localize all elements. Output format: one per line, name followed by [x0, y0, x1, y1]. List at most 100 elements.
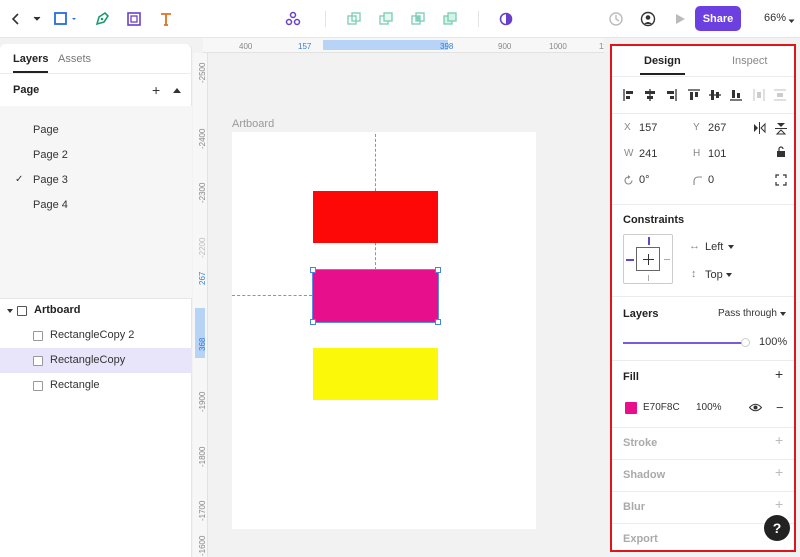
- constraint-left-pin[interactable]: [626, 259, 634, 261]
- layer-row-rectangle[interactable]: Rectangle: [0, 373, 192, 398]
- add-stroke-plus-icon[interactable]: +: [775, 432, 783, 448]
- layers-title: Layers: [623, 308, 659, 320]
- rotation-input[interactable]: 0°: [639, 174, 650, 186]
- layer-row-artboard[interactable]: Artboard: [0, 298, 192, 323]
- corner-radius-input[interactable]: 0: [708, 174, 714, 186]
- height-input[interactable]: 101: [708, 148, 726, 160]
- layer-row-rectanglecopy-2[interactable]: RectangleCopy 2: [0, 323, 192, 348]
- add-blur-plus-icon[interactable]: +: [775, 496, 783, 512]
- history-icon[interactable]: [606, 8, 626, 30]
- zoom-chevron-down-icon[interactable]: [788, 15, 795, 27]
- tab-inspect[interactable]: Inspect: [732, 55, 767, 67]
- boolean-union-icon[interactable]: [344, 8, 364, 30]
- artboard-title[interactable]: Artboard: [232, 118, 274, 130]
- flip-horizontal-icon[interactable]: [753, 122, 766, 134]
- w-label: W: [624, 148, 634, 159]
- constraint-widget[interactable]: [623, 234, 673, 284]
- boolean-intersect-icon[interactable]: [408, 8, 428, 30]
- resize-handle-bottom-left[interactable]: [310, 319, 316, 325]
- distribute-horizontal-icon[interactable]: [752, 88, 766, 102]
- menu-chevron-down-icon[interactable]: [30, 8, 44, 30]
- x-position-input[interactable]: 157: [639, 122, 657, 134]
- tab-assets[interactable]: Assets: [58, 53, 91, 65]
- flip-vertical-icon[interactable]: [775, 122, 787, 135]
- opacity-slider-track[interactable]: [623, 342, 745, 344]
- page-item-label: Page 2: [33, 149, 68, 161]
- boolean-subtract-icon[interactable]: [376, 8, 396, 30]
- collapse-pages-icon[interactable]: [173, 88, 181, 93]
- align-right-icon[interactable]: [664, 88, 678, 102]
- layer-label: Rectangle: [50, 379, 100, 391]
- remove-fill-minus-icon[interactable]: −: [776, 400, 784, 415]
- prototype-icon[interactable]: [496, 8, 516, 30]
- chevron-down-icon[interactable]: [728, 245, 734, 249]
- design-canvas[interactable]: 400 157 398 900 1000 1100 -2500 -2400 -2…: [193, 38, 604, 557]
- ruler-tick-label: -2300: [198, 182, 207, 203]
- rectangle[interactable]: [313, 348, 438, 400]
- add-shadow-plus-icon[interactable]: +: [775, 464, 783, 480]
- resize-handle-top-left[interactable]: [310, 267, 316, 273]
- add-page-plus-icon[interactable]: +: [152, 82, 160, 98]
- fill-color-swatch[interactable]: [625, 402, 637, 414]
- tab-design[interactable]: Design: [640, 55, 685, 75]
- tab-layers[interactable]: Layers: [13, 53, 49, 73]
- play-preview-icon[interactable]: [670, 8, 690, 30]
- frame-tool-icon[interactable]: [52, 8, 80, 30]
- align-center-horizontal-icon[interactable]: [643, 88, 657, 102]
- page-item-page[interactable]: Page: [0, 118, 192, 143]
- blend-mode-select[interactable]: Pass through: [718, 308, 777, 319]
- ruler-tick-label: -2400: [198, 128, 207, 149]
- pen-tool-icon[interactable]: [92, 8, 112, 30]
- align-bottom-icon[interactable]: [729, 88, 743, 102]
- chevron-down-icon[interactable]: [780, 312, 786, 316]
- share-button[interactable]: Share: [695, 6, 741, 31]
- opacity-slider-handle[interactable]: [741, 338, 750, 347]
- components-icon[interactable]: [283, 8, 303, 30]
- page-item-page-2[interactable]: Page 2: [0, 143, 192, 168]
- page-item-page-4[interactable]: Page 4: [0, 193, 192, 218]
- align-left-icon[interactable]: [622, 88, 636, 102]
- user-avatar-icon[interactable]: [638, 8, 658, 30]
- ruler-tick-label: -1800: [198, 446, 207, 467]
- ruler-tick-label: 400: [239, 42, 253, 51]
- resize-handle-bottom-right[interactable]: [435, 319, 441, 325]
- horizontal-constraint-select[interactable]: Left: [705, 241, 723, 253]
- ruler-selection-highlight: [323, 40, 448, 50]
- resize-handle-top-right[interactable]: [435, 267, 441, 273]
- layer-row-rectanglecopy[interactable]: RectangleCopy: [0, 348, 192, 373]
- boolean-exclude-icon[interactable]: [440, 8, 460, 30]
- constraint-top-pin[interactable]: [648, 237, 650, 245]
- align-top-icon[interactable]: [687, 88, 701, 102]
- zoom-level[interactable]: 66%: [764, 12, 786, 24]
- y-position-input[interactable]: 267: [708, 122, 726, 134]
- artboard-layer-icon: [17, 306, 27, 316]
- unlock-ratio-icon[interactable]: [776, 146, 786, 158]
- width-input[interactable]: 241: [639, 148, 657, 160]
- ruler-tick-label: -1900: [198, 391, 207, 412]
- chevron-down-icon[interactable]: [726, 273, 732, 277]
- align-middle-icon[interactable]: [708, 88, 722, 102]
- independent-corners-icon[interactable]: [775, 174, 787, 186]
- fill-opacity-input[interactable]: 100%: [696, 402, 722, 413]
- fill-hex-input[interactable]: E70F8C: [643, 402, 680, 413]
- eye-visibility-icon[interactable]: [749, 403, 762, 412]
- fill-title: Fill: [623, 371, 639, 383]
- y-label: Y: [693, 122, 700, 133]
- help-button[interactable]: ?: [764, 515, 790, 541]
- constraint-right-pin[interactable]: [664, 259, 670, 260]
- page-item-page-3[interactable]: ✓ Page 3: [0, 168, 192, 193]
- vertical-constraint-select[interactable]: Top: [705, 269, 723, 281]
- rectangle-copy-2[interactable]: [313, 191, 438, 243]
- distribute-vertical-icon[interactable]: [773, 88, 787, 102]
- page-section-title: Page: [13, 84, 40, 96]
- image-tool-icon[interactable]: [124, 8, 144, 30]
- back-icon[interactable]: [6, 8, 26, 30]
- checkmark-icon: ✓: [15, 174, 24, 185]
- opacity-value[interactable]: 100%: [759, 336, 787, 348]
- constraint-bottom-pin[interactable]: [648, 275, 649, 281]
- text-tool-icon[interactable]: [156, 8, 176, 30]
- add-fill-plus-icon[interactable]: +: [775, 366, 783, 382]
- expand-layer-icon[interactable]: [7, 309, 13, 313]
- horizontal-ruler: 400 157 398 900 1000 1100: [203, 38, 604, 53]
- rectangle-copy-selected[interactable]: [312, 269, 439, 323]
